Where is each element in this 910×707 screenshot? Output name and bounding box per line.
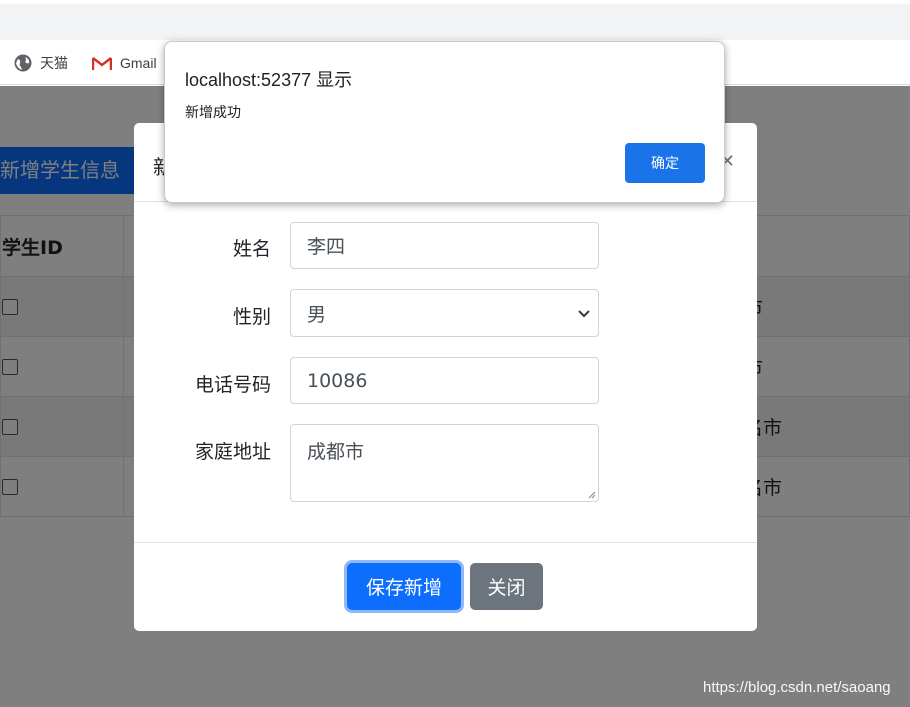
phone-value: 10086 <box>307 369 368 392</box>
close-button[interactable]: 关闭 <box>470 563 543 610</box>
alert-message: 新增成功 <box>185 105 241 121</box>
phone-input[interactable]: 10086 <box>290 357 599 404</box>
chevron-down-icon <box>578 310 590 318</box>
bookmark-tmall[interactable]: 天猫 <box>14 52 68 74</box>
gender-value: 男 <box>307 303 327 326</box>
divider <box>134 542 757 543</box>
name-label: 姓名 <box>232 238 271 260</box>
phone-label: 电话号码 <box>194 374 271 396</box>
address-value: 成都市 <box>307 441 365 463</box>
resize-grip-icon[interactable] <box>586 489 596 499</box>
browser-tab-strip <box>0 0 910 40</box>
name-input[interactable]: 李四 <box>290 222 599 269</box>
gender-select[interactable]: 男 <box>290 289 599 337</box>
name-value: 李四 <box>307 236 346 258</box>
alert-dialog: localhost:52377 显示 新增成功 确定 <box>164 41 725 203</box>
save-button[interactable]: 保存新增 <box>347 563 461 610</box>
address-label: 家庭地址 <box>194 441 271 463</box>
alert-title: localhost:52377 显示 <box>185 70 353 90</box>
bookmark-gmail[interactable]: Gmail <box>92 52 157 74</box>
alert-ok-button[interactable]: 确定 <box>625 143 705 183</box>
gender-label: 性别 <box>232 306 271 328</box>
gmail-icon <box>92 56 112 70</box>
address-textarea[interactable]: 成都市 <box>290 424 599 502</box>
bookmark-label: 天猫 <box>40 55 68 71</box>
globe-icon <box>14 54 32 72</box>
watermark: https://blog.csdn.net/saoang <box>703 679 891 696</box>
bookmark-label: Gmail <box>120 55 157 71</box>
